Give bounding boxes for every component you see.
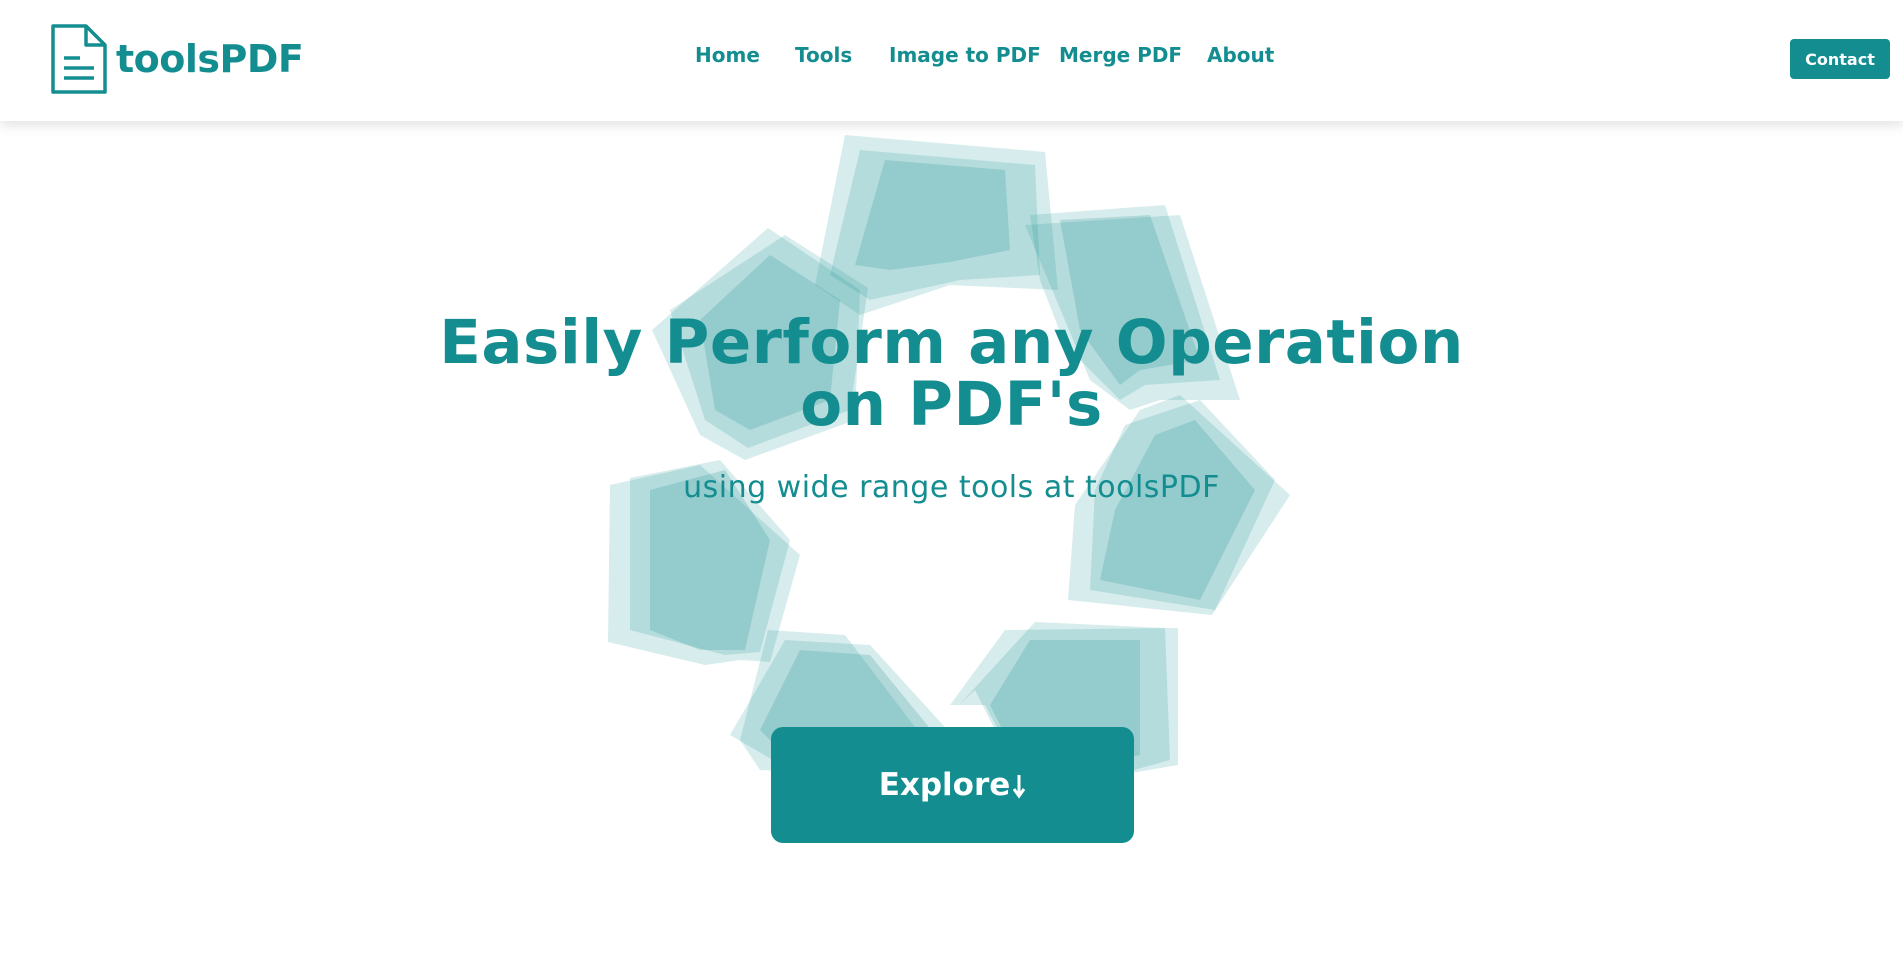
nav-item-home[interactable]: Home [695,43,760,67]
contact-button[interactable]: Contact [1790,39,1890,79]
document-icon [51,24,107,94]
nav-item-tools[interactable]: Tools [795,43,852,67]
site-header: toolsPDF Home Tools Image to PDF Merge P… [0,0,1903,121]
hero-subtitle: using wide range tools at toolsPDF [683,470,1220,505]
explore-button[interactable]: Explore [771,727,1134,843]
nav-item-merge-pdf[interactable]: Merge PDF [1059,43,1182,67]
nav-item-about[interactable]: About [1207,43,1274,67]
hero-title-line-1: Easily Perform any Operation [439,307,1464,378]
explore-label: Explore [878,767,1011,803]
nav-item-image-to-pdf[interactable]: Image to PDF [889,43,1041,67]
hero-title-line-2: on PDF's [800,369,1103,440]
hero-title: Easily Perform any Operation on PDF's [0,312,1903,436]
brand-name: toolsPDF [116,37,304,81]
brand-logo[interactable]: toolsPDF [50,22,304,96]
arrow-down-icon [1013,775,1026,799]
